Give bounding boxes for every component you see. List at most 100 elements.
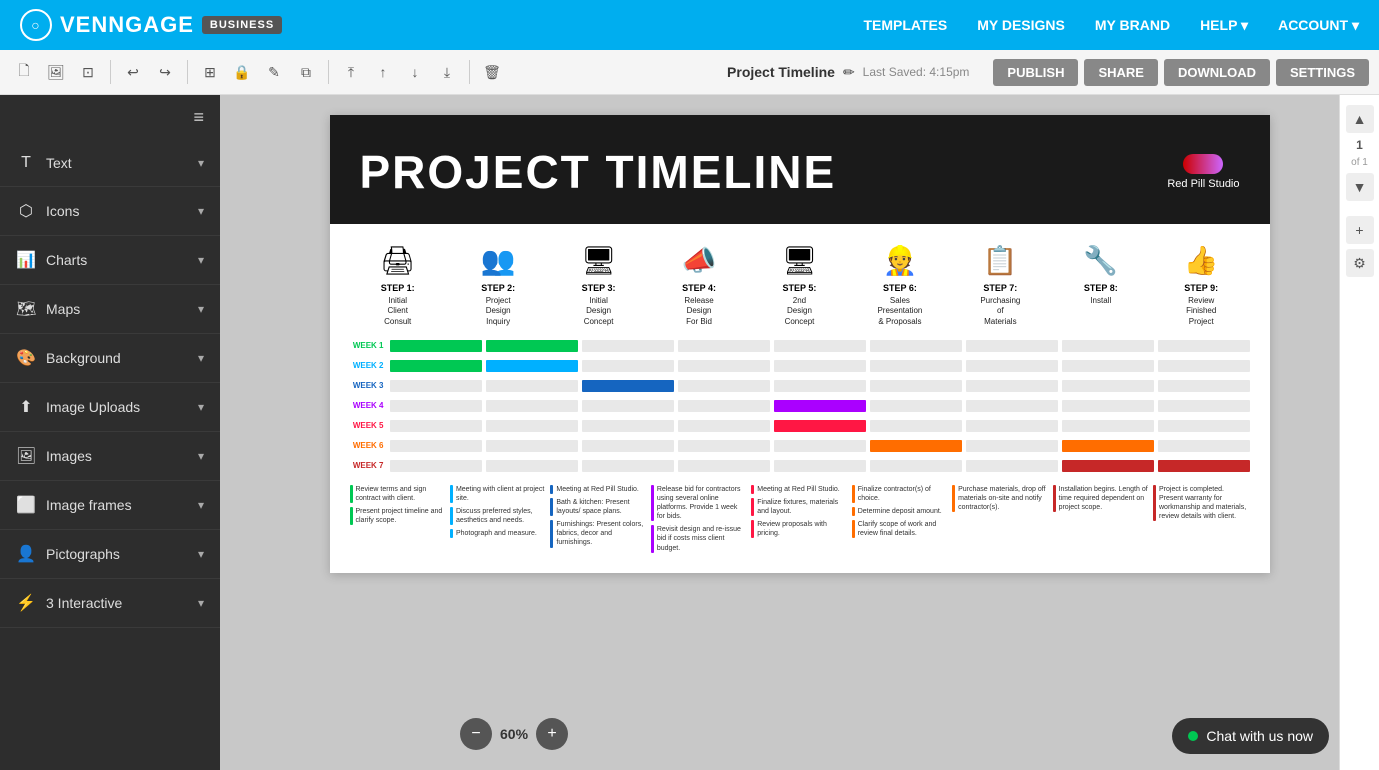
zoom-out-button[interactable]: − bbox=[460, 718, 492, 750]
hamburger-menu[interactable]: ≡ bbox=[0, 95, 220, 140]
gantt-cells-1 bbox=[390, 340, 1250, 352]
toolbar-sep-2 bbox=[187, 60, 188, 84]
canvas-area[interactable]: PROJECT TIMELINE Red Pill Studio 🖨 STEP … bbox=[220, 95, 1379, 770]
settings-page-button[interactable]: ⚙ bbox=[1346, 249, 1374, 277]
page-controls: ▲ 1 of 1 ▼ + ⚙ bbox=[1339, 95, 1379, 770]
note-text-3-2: Bath & kitchen: Present layouts/ space p… bbox=[556, 498, 646, 516]
toolbar-trash[interactable]: 🗑 bbox=[478, 58, 506, 86]
note-text-5-2: Finalize fixtures, materials and layout. bbox=[757, 498, 847, 516]
gc-1-3 bbox=[678, 340, 770, 352]
gc-4-4 bbox=[774, 400, 866, 412]
gc-3-0 bbox=[390, 380, 482, 392]
nav-my-designs[interactable]: MY DESIGNS bbox=[977, 17, 1065, 34]
toolbar-sep-1 bbox=[110, 60, 111, 84]
steps-container: 🖨 STEP 1: InitialClientConsult 👥 STEP 2:… bbox=[330, 224, 1270, 337]
toolbar-down[interactable]: ↓ bbox=[401, 58, 429, 86]
download-button[interactable]: DOWNLOAD bbox=[1164, 59, 1270, 86]
gantt-cells-6 bbox=[390, 440, 1250, 452]
sidebar-item-images[interactable]: 🖼 Images ▾ bbox=[0, 432, 220, 481]
toolbar-copy[interactable]: ⧉ bbox=[292, 58, 320, 86]
gc-5-8 bbox=[1158, 420, 1250, 432]
toolbar-edit[interactable]: ✎ bbox=[260, 58, 288, 86]
toolbar-img[interactable]: 🖼 bbox=[42, 58, 70, 86]
gantt-cells-2 bbox=[390, 360, 1250, 372]
step-1: 🖨 STEP 1: InitialClientConsult bbox=[350, 244, 446, 327]
step-9-desc: ReviewFinishedProject bbox=[1186, 296, 1216, 327]
gc-2-8 bbox=[1158, 360, 1250, 372]
logo-icon: ○ bbox=[20, 9, 52, 41]
toolbar-sep-4 bbox=[469, 60, 470, 84]
chat-widget[interactable]: Chat with us now bbox=[1172, 718, 1329, 754]
app-body: ≡ T Text ▾ ⬡ Icons ▾ 📊 Charts ▾ 🗺 bbox=[0, 95, 1379, 770]
note-2-3: Photograph and measure. bbox=[450, 529, 546, 538]
sidebar-item-charts[interactable]: 📊 Charts ▾ bbox=[0, 236, 220, 285]
add-page-button[interactable]: + bbox=[1346, 216, 1374, 244]
nav-account[interactable]: ACCOUNT ▾ bbox=[1278, 17, 1359, 34]
settings-button[interactable]: SETTINGS bbox=[1276, 59, 1369, 86]
scroll-up-button[interactable]: ▲ bbox=[1346, 105, 1374, 133]
sidebar-item-icons[interactable]: ⬡ Icons ▾ bbox=[0, 187, 220, 236]
share-button[interactable]: SHARE bbox=[1084, 59, 1158, 86]
note-5-1: Meeting at Red Pill Studio. bbox=[751, 485, 847, 494]
nav-templates[interactable]: TEMPLATES bbox=[863, 17, 947, 34]
note-col-9: Project is completed. Present warranty f… bbox=[1153, 485, 1249, 557]
toolbar-down2[interactable]: ⤓ bbox=[433, 58, 461, 86]
scroll-down-button[interactable]: ▼ bbox=[1346, 173, 1374, 201]
step-5: 🖥 STEP 5: 2ndDesignConcept bbox=[751, 244, 847, 327]
toolbar-crop[interactable]: ⊡ bbox=[74, 58, 102, 86]
sidebar-item-maps[interactable]: 🗺 Maps ▾ bbox=[0, 285, 220, 334]
gantt-row-week2: WEEK 2 bbox=[350, 357, 1250, 375]
sidebar-item-background[interactable]: 🎨 Background ▾ bbox=[0, 334, 220, 383]
note-4-2: Revisit design and re-issue bid if costs… bbox=[651, 525, 747, 552]
gc-2-5 bbox=[870, 360, 962, 372]
note-text-2-1: Meeting with client at project site. bbox=[456, 485, 546, 503]
toolbar-lock[interactable]: 🔒 bbox=[228, 58, 256, 86]
toolbar-redo[interactable]: ↪ bbox=[151, 58, 179, 86]
step-5-icon: 🖥 bbox=[782, 244, 818, 277]
step-2: 👥 STEP 2: ProjectDesignInquiry bbox=[450, 244, 546, 327]
gc-2-4 bbox=[774, 360, 866, 372]
week-label-6: WEEK 6 bbox=[350, 441, 390, 450]
note-6-3: Clarify scope of work and review final d… bbox=[852, 520, 948, 538]
gc-3-5 bbox=[870, 380, 962, 392]
toolbar-up2[interactable]: ⤒ bbox=[337, 58, 365, 86]
week-label-2: WEEK 2 bbox=[350, 361, 390, 370]
nav-links: TEMPLATES MY DESIGNS MY BRAND HELP ▾ ACC… bbox=[863, 17, 1359, 34]
step-6-icon: 👷 bbox=[882, 244, 917, 277]
toolbar-grid[interactable]: ⊞ bbox=[196, 58, 224, 86]
icons-icon: ⬡ bbox=[16, 201, 36, 221]
gantt-cells-4 bbox=[390, 400, 1250, 412]
nav-my-brand[interactable]: MY BRAND bbox=[1095, 17, 1170, 34]
toolbar-sep-3 bbox=[328, 60, 329, 84]
note-text-3-1: Meeting at Red Pill Studio. bbox=[556, 485, 639, 494]
toolbar-up[interactable]: ↑ bbox=[369, 58, 397, 86]
toolbar-undo[interactable]: ↩ bbox=[119, 58, 147, 86]
sidebar-item-image-frames[interactable]: ⬜ Image frames ▾ bbox=[0, 481, 220, 530]
gantt-row-week1: WEEK 1 bbox=[350, 337, 1250, 355]
publish-button[interactable]: PUBLISH bbox=[993, 59, 1078, 86]
gantt-row-week3: WEEK 3 bbox=[350, 377, 1250, 395]
toolbar-new[interactable]: 🗋 bbox=[10, 58, 38, 86]
doc-header: PROJECT TIMELINE Red Pill Studio bbox=[330, 115, 1270, 224]
maps-icon: 🗺 bbox=[16, 299, 36, 319]
gc-1-7 bbox=[1062, 340, 1154, 352]
gantt-area: WEEK 1 WEEK 2 bbox=[330, 337, 1270, 475]
nav-help[interactable]: HELP ▾ bbox=[1200, 17, 1248, 34]
step-4-num: STEP 4: bbox=[682, 283, 716, 294]
chevron-icon-3: ▾ bbox=[198, 253, 204, 267]
gc-2-7 bbox=[1062, 360, 1154, 372]
sidebar-item-pictographs[interactable]: 👤 Pictographs ▾ bbox=[0, 530, 220, 579]
note-bar-2-1 bbox=[450, 485, 453, 503]
note-text-2-3: Photograph and measure. bbox=[456, 529, 537, 538]
sidebar-item-image-uploads[interactable]: ⬆ Image Uploads ▾ bbox=[0, 383, 220, 432]
top-actions: PUBLISH SHARE DOWNLOAD SETTINGS bbox=[993, 59, 1369, 86]
note-text-4-2: Revisit design and re-issue bid if costs… bbox=[657, 525, 747, 552]
note-4-1: Release bid for contractors using severa… bbox=[651, 485, 747, 521]
pictographs-icon: 👤 bbox=[16, 544, 36, 564]
note-bar-2-2 bbox=[450, 507, 453, 525]
note-text-3-3: Furnishings: Present colors, fabrics, de… bbox=[556, 520, 646, 547]
sidebar-label-pictographs: Pictographs bbox=[46, 546, 120, 562]
zoom-in-button[interactable]: + bbox=[536, 718, 568, 750]
sidebar-item-text[interactable]: T Text ▾ bbox=[0, 140, 220, 187]
sidebar-item-interactive[interactable]: ⚡ 3 Interactive ▾ bbox=[0, 579, 220, 628]
